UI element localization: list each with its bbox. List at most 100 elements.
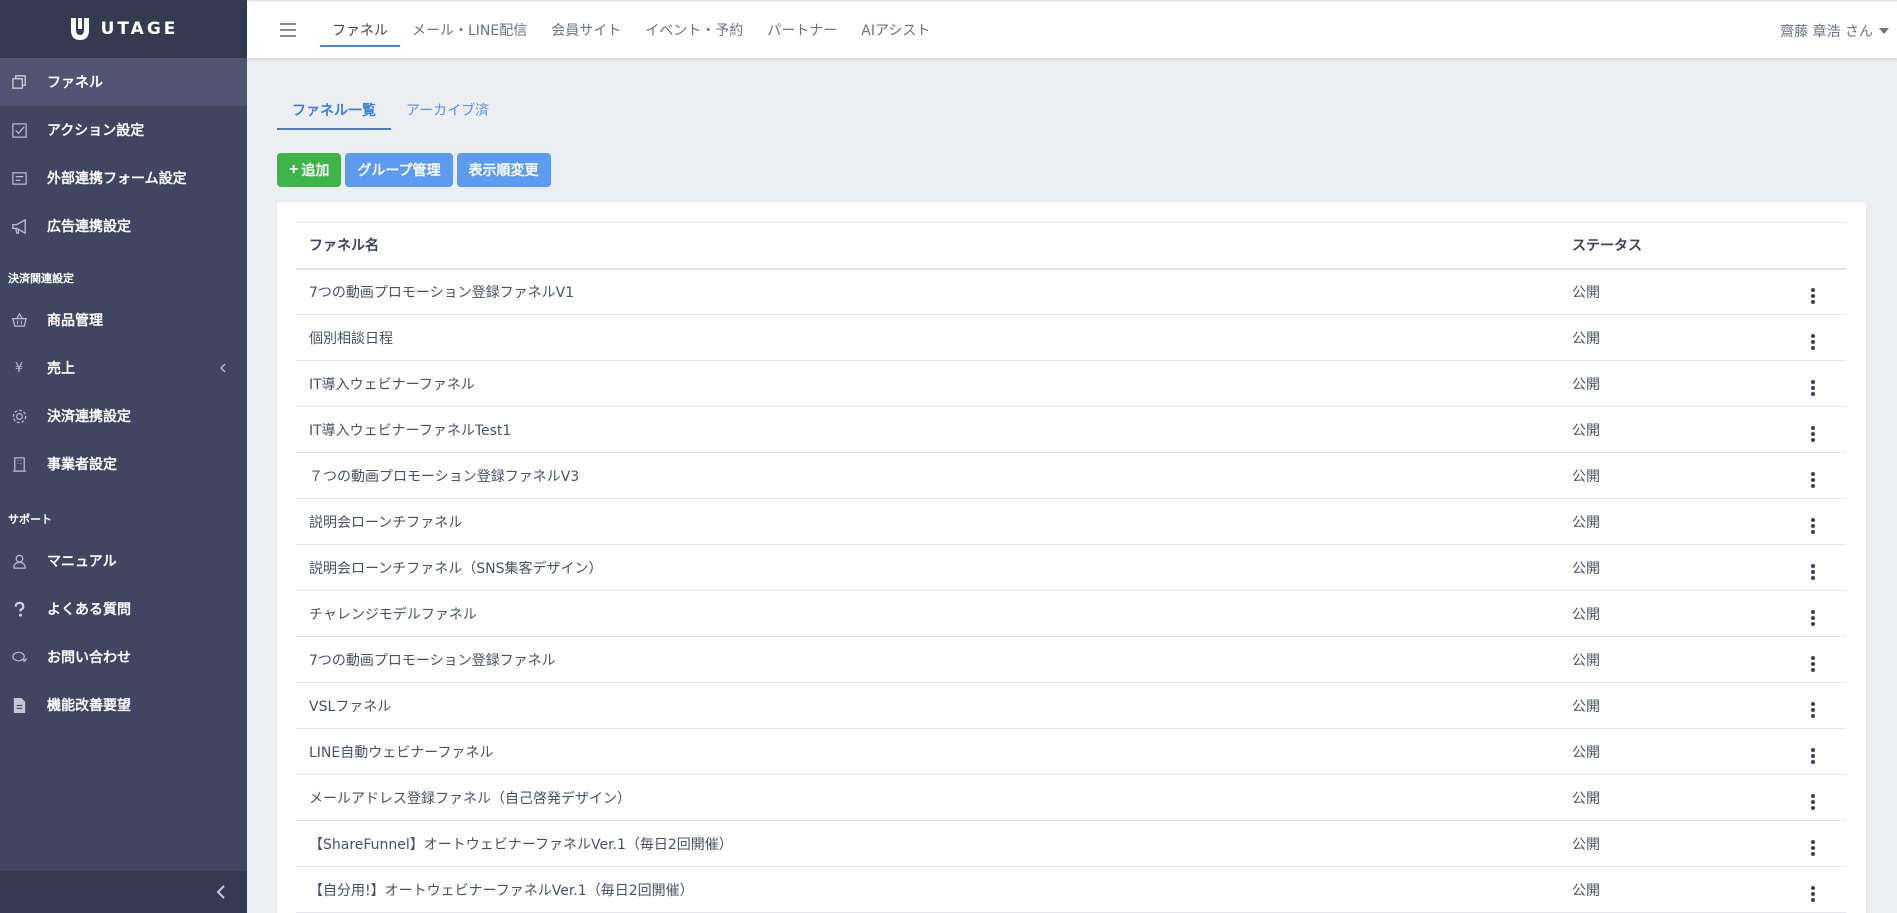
funnel-name[interactable]: LINE自動ウェビナーファネル <box>296 728 1559 775</box>
user-menu[interactable]: 齋藤 章浩 さん <box>1780 2 1889 60</box>
row-menu[interactable] <box>1779 314 1846 361</box>
funnel-name[interactable]: 個別相談日程 <box>296 314 1559 361</box>
sidebar-item-ad-settings[interactable]: 広告連携設定 <box>0 202 247 250</box>
basket-icon <box>10 311 28 329</box>
table-row[interactable]: IT導入ウェビナーファネルTest1 公開 <box>296 406 1846 453</box>
add-button[interactable]: + 追加 <box>277 153 342 187</box>
sidebar-item-faq[interactable]: よくある質問 <box>0 585 247 633</box>
table-row[interactable]: VSLファネル 公開 <box>296 682 1846 729</box>
table-row[interactable]: LINE自動ウェビナーファネル 公開 <box>296 728 1846 775</box>
funnel-name[interactable]: ７つの動画プロモーション登録ファネルV3 <box>296 452 1559 499</box>
kebab-menu-icon[interactable] <box>1810 747 1815 764</box>
table-row[interactable]: 7つの動画プロモーション登録ファネルV1 公開 <box>296 268 1846 315</box>
kebab-menu-icon[interactable] <box>1810 885 1815 902</box>
top-tab-funnel[interactable]: ファネル <box>320 1 400 59</box>
kebab-menu-icon[interactable] <box>1810 517 1815 534</box>
funnel-name[interactable]: VSLファネル <box>296 682 1559 729</box>
sidebar-item-sales[interactable]: ¥ 売上 <box>0 344 247 392</box>
reorder-button[interactable]: 表示順変更 <box>456 153 551 187</box>
sidebar-item-action-settings[interactable]: アクション設定 <box>0 106 247 154</box>
funnel-status: 公開 <box>1559 820 1779 867</box>
row-menu[interactable] <box>1779 728 1846 775</box>
top-tab-partner[interactable]: パートナー <box>755 1 849 59</box>
header-actions <box>1779 222 1846 270</box>
sidebar-item-manual[interactable]: マニュアル <box>0 537 247 585</box>
row-menu[interactable] <box>1779 866 1846 913</box>
funnel-status: 公開 <box>1559 406 1779 453</box>
funnel-name[interactable]: 【自分用!】オートウェビナーファネルVer.1（毎日2回開催） <box>296 866 1559 913</box>
table-row[interactable]: 説明会ローンチファネル（SNS集客デザイン） 公開 <box>296 544 1846 591</box>
sidebar-item-business-settings[interactable]: 事業者設定 <box>0 440 247 488</box>
sub-tab-archived[interactable]: アーカイブ済 <box>391 90 504 130</box>
funnel-name[interactable]: メールアドレス登録ファネル（自己啓発デザイン） <box>296 774 1559 821</box>
table-row[interactable]: ７つの動画プロモーション登録ファネルV3 公開 <box>296 452 1846 499</box>
funnel-name[interactable]: 説明会ローンチファネル（SNS集客デザイン） <box>296 544 1559 591</box>
sidebar-item-funnel[interactable]: ファネル <box>0 58 247 106</box>
person-icon <box>10 552 28 570</box>
table-row[interactable]: チャレンジモデルファネル 公開 <box>296 590 1846 637</box>
main-content: ファネル一覧 アーカイブ済 + 追加 グループ管理 表示順変更 ファネル名 ステ… <box>247 58 1897 913</box>
sidebar-item-label: 外部連携フォーム設定 <box>47 171 187 187</box>
action-buttons: + 追加 グループ管理 表示順変更 <box>277 153 551 187</box>
collapse-sidebar-icon[interactable] <box>211 882 231 902</box>
row-menu[interactable] <box>1779 774 1846 821</box>
funnel-name[interactable]: チャレンジモデルファネル <box>296 590 1559 637</box>
top-tab-mail-line[interactable]: メール・LINE配信 <box>400 1 539 59</box>
funnel-name[interactable]: 7つの動画プロモーション登録ファネルV1 <box>296 268 1559 315</box>
funnel-status: 公開 <box>1559 728 1779 775</box>
table-row[interactable]: 説明会ローンチファネル 公開 <box>296 498 1846 545</box>
kebab-menu-icon[interactable] <box>1810 425 1815 442</box>
sidebar-item-label: 事業者設定 <box>47 457 117 473</box>
yen-icon: ¥ <box>14 360 24 376</box>
kebab-menu-icon[interactable] <box>1810 609 1815 626</box>
row-menu[interactable] <box>1779 636 1846 683</box>
funnel-name[interactable]: IT導入ウェビナーファネルTest1 <box>296 406 1559 453</box>
row-menu[interactable] <box>1779 360 1846 407</box>
table-row[interactable]: IT導入ウェビナーファネル 公開 <box>296 360 1846 407</box>
row-menu[interactable] <box>1779 682 1846 729</box>
sidebar-item-feature-request[interactable]: 機能改善要望 <box>0 681 247 729</box>
table-row[interactable]: 個別相談日程 公開 <box>296 314 1846 361</box>
row-menu[interactable] <box>1779 452 1846 499</box>
sidebar-item-label: 決済連携設定 <box>47 409 131 425</box>
table-row[interactable]: メールアドレス登録ファネル（自己啓発デザイン） 公開 <box>296 774 1846 821</box>
funnel-status: 公開 <box>1559 590 1779 637</box>
sidebar-item-contact[interactable]: お問い合わせ <box>0 633 247 681</box>
sidebar-item-payment-integration[interactable]: 決済連携設定 <box>0 392 247 440</box>
kebab-menu-icon[interactable] <box>1810 287 1815 304</box>
row-menu[interactable] <box>1779 268 1846 315</box>
row-menu[interactable] <box>1779 820 1846 867</box>
kebab-menu-icon[interactable] <box>1810 839 1815 856</box>
sidebar: UTAGE ファネル アクション設定 外部連携フォーム設定 広告連携設定 決済関… <box>0 0 247 913</box>
funnel-name[interactable]: 説明会ローンチファネル <box>296 498 1559 545</box>
sidebar-item-external-form[interactable]: 外部連携フォーム設定 <box>0 154 247 202</box>
table-row[interactable]: 【ShareFunnel】オートウェビナーファネルVer.1（毎日2回開催） 公開 <box>296 820 1846 867</box>
table-row[interactable]: 【自分用!】オートウェビナーファネルVer.1（毎日2回開催） 公開 <box>296 866 1846 913</box>
kebab-menu-icon[interactable] <box>1810 793 1815 810</box>
row-menu[interactable] <box>1779 498 1846 545</box>
hamburger-menu-icon[interactable] <box>280 23 296 37</box>
sidebar-item-label: マニュアル <box>47 554 117 570</box>
kebab-menu-icon[interactable] <box>1810 563 1815 580</box>
row-menu[interactable] <box>1779 406 1846 453</box>
sidebar-item-label: お問い合わせ <box>47 650 131 666</box>
kebab-menu-icon[interactable] <box>1810 379 1815 396</box>
row-menu[interactable] <box>1779 544 1846 591</box>
logo[interactable]: UTAGE <box>0 0 247 58</box>
funnel-name[interactable]: 【ShareFunnel】オートウェビナーファネルVer.1（毎日2回開催） <box>296 820 1559 867</box>
group-manage-button[interactable]: グループ管理 <box>345 153 453 187</box>
top-tab-member-site[interactable]: 会員サイト <box>539 1 633 59</box>
kebab-menu-icon[interactable] <box>1810 471 1815 488</box>
sub-tab-funnel-list[interactable]: ファネル一覧 <box>277 90 391 130</box>
funnel-name[interactable]: IT導入ウェビナーファネル <box>296 360 1559 407</box>
table-row[interactable]: 7つの動画プロモーション登録ファネル 公開 <box>296 636 1846 683</box>
funnel-table: ファネル名 ステータス 7つの動画プロモーション登録ファネルV1 公開 個別相談日程… <box>296 222 1846 913</box>
sidebar-item-products[interactable]: 商品管理 <box>0 296 247 344</box>
funnel-name[interactable]: 7つの動画プロモーション登録ファネル <box>296 636 1559 683</box>
top-tab-events[interactable]: イベント・予約 <box>633 1 755 59</box>
kebab-menu-icon[interactable] <box>1810 333 1815 350</box>
kebab-menu-icon[interactable] <box>1810 655 1815 672</box>
row-menu[interactable] <box>1779 590 1846 637</box>
kebab-menu-icon[interactable] <box>1810 701 1815 718</box>
top-tab-ai-assist[interactable]: AIアシスト <box>849 1 942 59</box>
